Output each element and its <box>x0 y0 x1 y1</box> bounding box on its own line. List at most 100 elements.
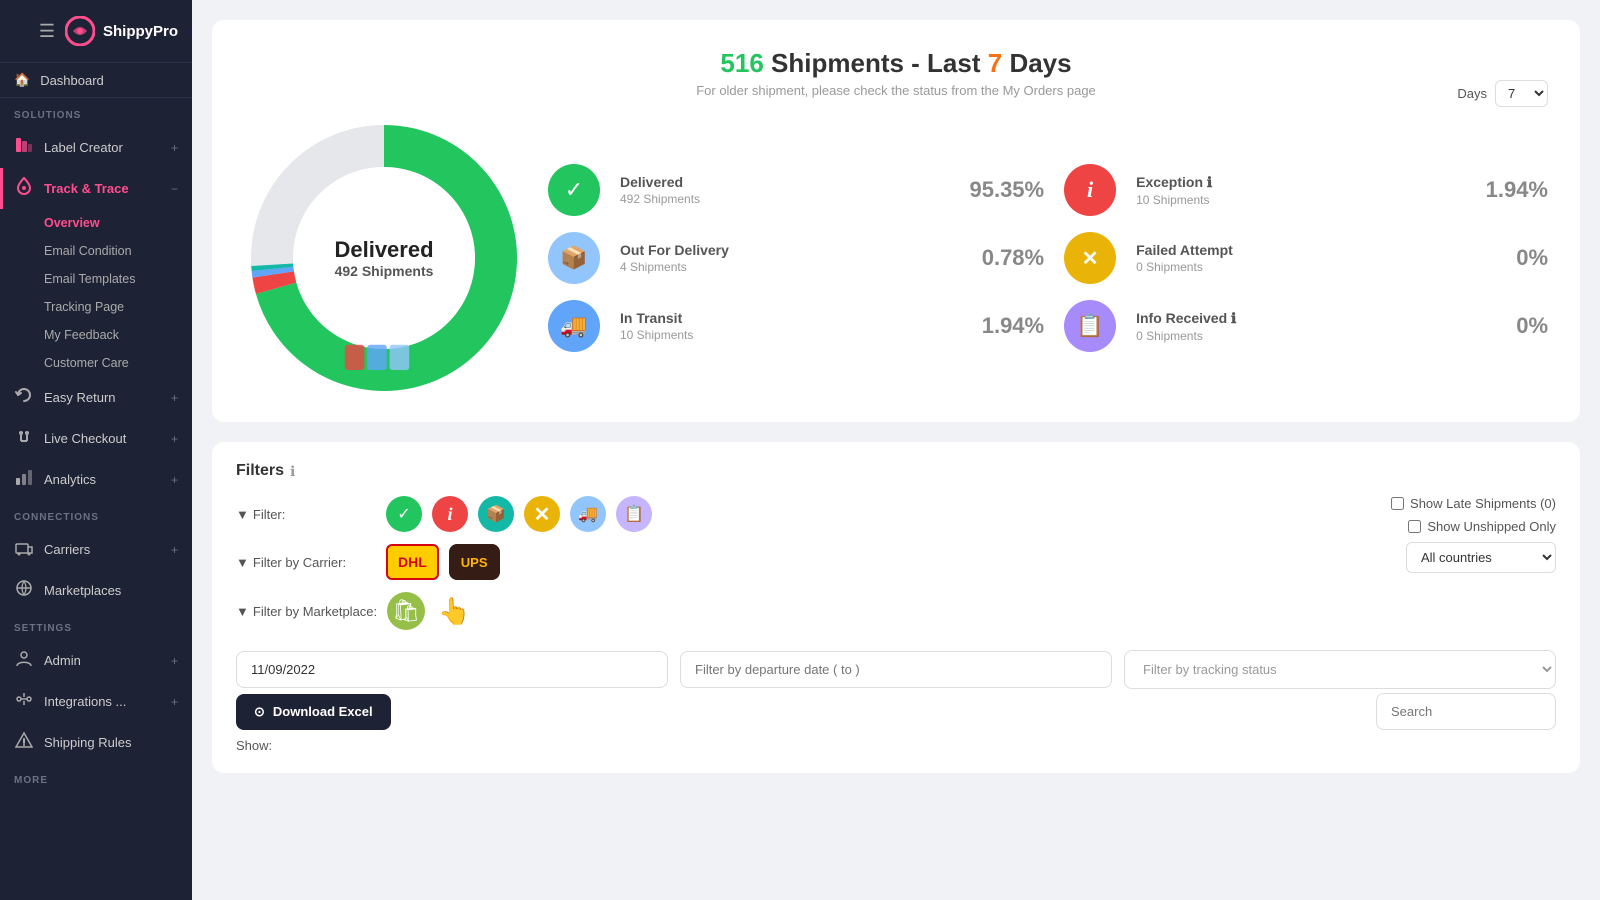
failed-icon: ✕ <box>1064 232 1116 284</box>
failed-count: 0 Shipments <box>1136 260 1466 274</box>
sidebar-item-shipping-rules[interactable]: Shipping Rules <box>0 722 192 763</box>
info-received-count: 0 Shipments <box>1136 329 1466 343</box>
info-received-info: Info Received ℹ 0 Shipments <box>1136 310 1466 343</box>
date-from-input[interactable] <box>236 651 668 688</box>
shipping-rules-icon <box>14 731 34 754</box>
filter-marketplace-row: ▼ Filter by Marketplace: 🛍 👆 <box>236 592 1391 630</box>
integrations-expand-icon: + <box>171 695 178 709</box>
show-unshipped-checkbox[interactable] <box>1408 520 1421 533</box>
in-transit-label: In Transit <box>620 310 949 326</box>
days-value: 7 <box>988 48 1002 78</box>
subnav-customer-care[interactable]: Customer Care <box>0 349 192 377</box>
out-delivery-label: Out For Delivery <box>620 242 949 258</box>
date-to-input[interactable] <box>680 651 1112 688</box>
filter-text: Filter: <box>253 507 286 522</box>
label-creator-icon <box>14 136 34 159</box>
subnav-email-templates[interactable]: Email Templates <box>0 265 192 293</box>
show-unshipped-label: Show Unshipped Only <box>1427 519 1556 534</box>
label-creator-expand-icon: + <box>171 141 178 155</box>
download-icon: ⊙ <box>254 704 265 720</box>
exception-icon: i <box>1064 164 1116 216</box>
marketplace-filter-label: ▼ Filter by Marketplace: <box>236 604 377 619</box>
carrier-dhl-badge[interactable]: DHL <box>386 544 439 580</box>
exception-pct: 1.94% <box>1486 177 1548 203</box>
sidebar-item-live-checkout[interactable]: Live Checkout + <box>0 418 192 459</box>
subnav-tracking-page[interactable]: Tracking Page <box>0 293 192 321</box>
show-late-label: Show Late Shipments (0) <box>1410 496 1556 511</box>
track-trace-label: Track & Trace <box>44 181 129 196</box>
filter-info-received-circle[interactable]: 📋 <box>616 496 652 532</box>
solutions-section-label: SOLUTIONS <box>0 98 192 127</box>
download-excel-button[interactable]: ⊙ Download Excel <box>236 694 391 730</box>
filter-delivered-circle[interactable]: ✓ <box>386 496 422 532</box>
sidebar-item-carriers[interactable]: Carriers + <box>0 529 192 570</box>
stat-card-header: 516 Shipments - Last 7 Days For older sh… <box>244 48 1548 98</box>
label-creator-label: Label Creator <box>44 140 123 155</box>
sidebar-item-integrations[interactable]: Integrations ... + <box>0 681 192 722</box>
carrier-funnel-icon: ▼ <box>236 555 249 570</box>
marketplaces-icon <box>14 579 34 602</box>
track-trace-expand-icon: − <box>171 182 178 196</box>
live-checkout-label: Live Checkout <box>44 431 126 446</box>
sidebar-item-marketplaces[interactable]: Marketplaces <box>0 570 192 611</box>
in-transit-count: 10 Shipments <box>620 328 949 342</box>
donut-main-label: Delivered <box>334 237 433 263</box>
live-checkout-icon <box>14 427 34 450</box>
carrier-ups-badge[interactable]: UPS <box>449 544 500 580</box>
filter-out-delivery-circle[interactable]: 📦 <box>478 496 514 532</box>
show-late-checkbox[interactable] <box>1391 497 1404 510</box>
days-select[interactable]: 7 14 30 60 90 <box>1495 80 1548 107</box>
download-label: Download Excel <box>273 704 373 719</box>
donut-sub-label: 492 Shipments <box>334 263 433 279</box>
track-trace-icon <box>14 177 34 200</box>
dashboard-nav-item[interactable]: 🏠 Dashboard <box>0 63 192 98</box>
countries-select[interactable]: All countries <box>1406 542 1556 573</box>
exception-label: Exception ℹ <box>1136 174 1466 191</box>
search-input[interactable] <box>1376 693 1556 730</box>
out-delivery-info: Out For Delivery 4 Shipments <box>620 242 949 274</box>
info-received-label: Info Received ℹ <box>1136 310 1466 327</box>
subnav-overview[interactable]: Overview <box>0 209 192 237</box>
shipments-stat-card: 516 Shipments - Last 7 Days For older sh… <box>212 20 1580 422</box>
sidebar-item-track-trace[interactable]: Track & Trace − <box>0 168 192 209</box>
carriers-icon <box>14 538 34 561</box>
out-delivery-icon: 📦 <box>548 232 600 284</box>
marketplace-funnel-icon: ▼ <box>236 604 249 619</box>
subnav-email-condition[interactable]: Email Condition <box>0 237 192 265</box>
sidebar-item-admin[interactable]: Admin + <box>0 640 192 681</box>
show-label: Show: <box>236 738 1556 753</box>
integrations-icon <box>14 690 34 713</box>
carriers-expand-icon: + <box>171 543 178 557</box>
out-delivery-pct: 0.78% <box>969 245 1044 271</box>
subnav-my-feedback[interactable]: My Feedback <box>0 321 192 349</box>
failed-info: Failed Attempt 0 Shipments <box>1136 242 1466 274</box>
show-late-row: Show Late Shipments (0) <box>1391 496 1556 511</box>
marketplace-text: Filter by Marketplace: <box>253 604 377 619</box>
filter-in-transit-circle[interactable]: 🚚 <box>570 496 606 532</box>
delivered-icon: ✓ <box>548 164 600 216</box>
marketplace-shopify-badge[interactable]: 🛍 <box>387 592 425 630</box>
integrations-label: Integrations ... <box>44 694 126 709</box>
settings-section-label: SETTINGS <box>0 611 192 640</box>
stat-card-subtitle: For older shipment, please check the sta… <box>244 83 1548 98</box>
live-checkout-expand-icon: + <box>171 432 178 446</box>
easy-return-icon <box>14 386 34 409</box>
failed-label: Failed Attempt <box>1136 242 1466 258</box>
in-transit-icon: 🚚 <box>548 300 600 352</box>
filter-exception-circle[interactable]: i <box>432 496 468 532</box>
more-section-label: MORE <box>0 763 192 792</box>
donut-center-text: Delivered 492 Shipments <box>334 237 433 279</box>
shippypro-logo-icon <box>65 16 95 46</box>
failed-pct: 0% <box>1486 245 1548 271</box>
date-filters-row: Filter by tracking status <box>236 650 1556 689</box>
sidebar-item-label-creator[interactable]: Label Creator + <box>0 127 192 168</box>
sidebar-item-analytics[interactable]: Analytics + <box>0 459 192 500</box>
tracking-status-select[interactable]: Filter by tracking status <box>1124 650 1556 689</box>
marketplaces-label: Marketplaces <box>44 583 121 598</box>
filter-failed-circle[interactable]: ✕ <box>524 496 560 532</box>
filters-card: Filters ℹ ▼ Filter: ✓ i 📦 ✕ 🚚 📋 <box>212 442 1580 773</box>
marketplace-cursor-badge[interactable]: 👆 <box>435 592 473 630</box>
sidebar-item-easy-return[interactable]: Easy Return + <box>0 377 192 418</box>
days-control: Days 7 14 30 60 90 <box>1457 80 1548 107</box>
hamburger-icon[interactable]: ☰ <box>39 21 55 42</box>
